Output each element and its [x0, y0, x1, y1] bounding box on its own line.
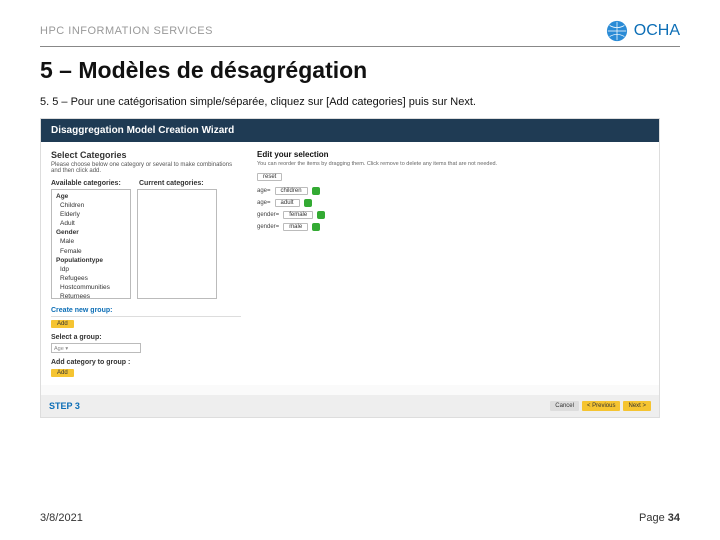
current-categories-list[interactable]	[137, 189, 217, 299]
select-categories-title: Select Categories	[51, 150, 241, 160]
available-categories-list[interactable]: Age Children Elderly Adult Gender Male F…	[51, 189, 131, 299]
cat-group: Populationtype	[56, 257, 103, 264]
create-new-group-label: Create new group:	[51, 307, 241, 317]
remove-icon[interactable]	[304, 199, 312, 207]
cat-item[interactable]: Children	[56, 201, 126, 210]
subtitle-text: 5. 5 – Pour une catégorisation simple/sé…	[40, 96, 680, 108]
select-group-label: Select a group:	[51, 334, 241, 341]
slide-header: HPC INFORMATION SERVICES OCHA	[40, 20, 680, 47]
add-button-1[interactable]: Add	[51, 320, 74, 328]
header-right: OCHA	[606, 20, 680, 42]
cat-item[interactable]: Returnees	[56, 292, 126, 299]
ocha-label: OCHA	[634, 22, 680, 40]
wizard-header: Disaggregation Model Creation Wizard	[41, 119, 659, 142]
cat-group: Gender	[56, 229, 79, 236]
wizard-body: Select Categories Please choose below on…	[41, 142, 659, 385]
available-label: Available categories:	[51, 180, 131, 187]
cat-item[interactable]: Female	[56, 247, 126, 256]
row-label: gender=	[257, 224, 279, 230]
footer-date: 3/8/2021	[40, 512, 83, 524]
cat-item[interactable]: Refugees	[56, 274, 126, 283]
page-number: 34	[668, 512, 680, 524]
edit-selection-title: Edit your selection	[257, 150, 649, 159]
footer-page: Page 34	[639, 512, 680, 524]
columns-head: Available categories: Current categories…	[51, 180, 241, 187]
step-label: STEP 3	[49, 401, 80, 411]
row-value[interactable]: adult	[275, 199, 300, 207]
slide-footer: 3/8/2021 Page 34	[40, 512, 680, 524]
remove-icon[interactable]	[312, 187, 320, 195]
cat-item[interactable]: Hostcommunities	[56, 283, 126, 292]
row-label: gender=	[257, 212, 279, 218]
reset-pill[interactable]: reset	[257, 173, 282, 181]
cat-item[interactable]: Adult	[56, 219, 126, 228]
cat-group: Age	[56, 193, 68, 200]
selection-row: gender= male	[257, 222, 649, 232]
selection-row: gender= female	[257, 210, 649, 220]
add-button-2[interactable]: Add	[51, 369, 74, 377]
current-label: Current categories:	[139, 180, 204, 187]
step-bar: STEP 3 Cancel < Previous Next >	[41, 395, 659, 417]
wizard-screenshot: Disaggregation Model Creation Wizard Sel…	[40, 118, 660, 418]
row-label: age=	[257, 188, 271, 194]
ocha-logo-icon	[606, 20, 628, 42]
selection-row: age= adult	[257, 198, 649, 208]
row-value[interactable]: female	[283, 211, 313, 219]
category-lists-row: Age Children Elderly Adult Gender Male F…	[51, 189, 241, 299]
cat-item[interactable]: Male	[56, 237, 126, 246]
slide: HPC INFORMATION SERVICES OCHA 5 – Modèle…	[0, 0, 720, 540]
add-category-label: Add category to group :	[51, 359, 241, 366]
page-label: Page	[639, 512, 668, 524]
remove-icon[interactable]	[312, 223, 320, 231]
next-button[interactable]: Next >	[623, 401, 651, 411]
step-buttons: Cancel < Previous Next >	[550, 401, 651, 411]
cat-item[interactable]: Idp	[56, 265, 126, 274]
group-dropdown[interactable]: Age ▾	[51, 343, 141, 353]
previous-button[interactable]: < Previous	[582, 401, 621, 411]
select-categories-sub: Please choose below one category or seve…	[51, 162, 241, 174]
row-value[interactable]: male	[283, 223, 308, 231]
remove-icon[interactable]	[317, 211, 325, 219]
edit-selection-sub: You can reorder the items by dragging th…	[257, 161, 649, 167]
row-value[interactable]: children	[275, 187, 308, 195]
header-left-text: HPC INFORMATION SERVICES	[40, 25, 213, 37]
row-label: age=	[257, 200, 271, 206]
right-pane: Edit your selection You can reorder the …	[253, 150, 649, 377]
cancel-button[interactable]: Cancel	[550, 401, 579, 411]
selection-row: age= children	[257, 186, 649, 196]
cat-item[interactable]: Elderly	[56, 210, 126, 219]
page-title: 5 – Modèles de désagrégation	[40, 57, 680, 84]
left-pane: Select Categories Please choose below on…	[51, 150, 241, 377]
